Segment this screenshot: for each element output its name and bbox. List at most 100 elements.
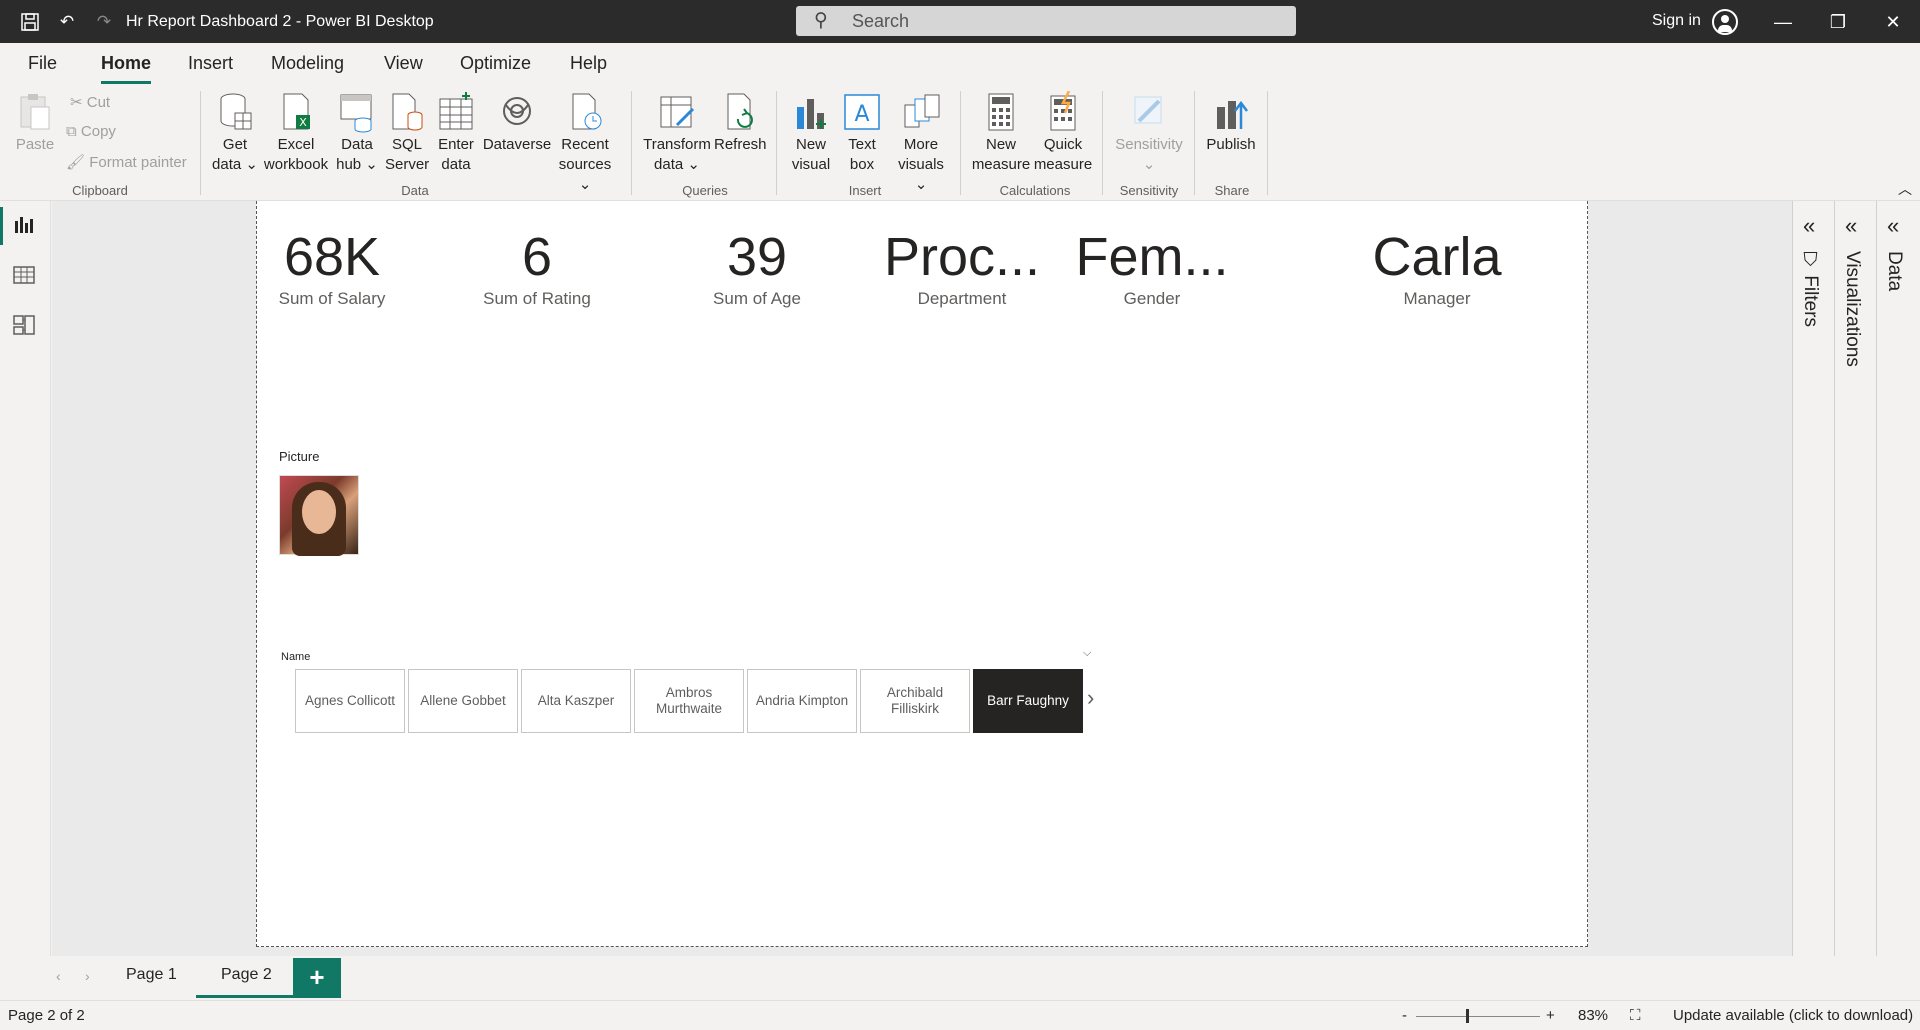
clipboard-group-label: Clipboard [72,183,128,198]
filters-pane[interactable]: « ⛉ Filters [1792,201,1834,956]
data-hub-icon [337,91,377,133]
tab-view[interactable]: View [384,53,423,74]
quick-measure-button[interactable]: Quick measure [1032,90,1094,175]
app-title: Hr Report Dashboard 2 - Power BI Desktop [126,13,434,30]
report-view-icon[interactable] [0,207,38,245]
recent-sources-icon [565,91,605,133]
table-view-icon[interactable] [12,263,38,289]
expand-visualizations-icon[interactable]: « [1845,213,1857,239]
title-bar: ↶ ↷ Hr Report Dashboard 2 - Power BI Des… [0,0,1920,43]
zoom-out-button[interactable]: - [1402,1007,1407,1024]
ribbon-separator [1102,91,1103,195]
department-card[interactable]: Proc... Department [877,227,1047,309]
slicer-item[interactable]: Alta Kaszper [521,669,631,733]
refresh-button[interactable]: Refresh [714,91,767,155]
visualizations-pane[interactable]: « Visualizations [1834,201,1876,956]
data-hub-button[interactable]: Data hub ⌄ [335,91,379,175]
card-value: 68K [283,227,381,287]
tab-insert[interactable]: Insert [188,53,233,74]
chevron-down-icon[interactable]: ⌵ [1083,647,1091,660]
card-value: Fem... [1075,227,1229,287]
account-icon[interactable] [1712,9,1738,35]
sensitivity-button[interactable]: Sensitivity ⌄ [1110,91,1188,175]
zoom-slider[interactable] [1416,1016,1540,1017]
minimize-button[interactable]: — [1768,8,1798,36]
card-value: Proc... [883,227,1041,287]
save-icon[interactable] [18,10,42,34]
card-value: Carla [1372,227,1502,287]
zoom-in-button[interactable]: + [1546,1007,1555,1024]
close-button[interactable]: ✕ [1878,8,1908,36]
copy-button[interactable]: ⧉ Copy [66,123,116,140]
slicer-item[interactable]: Allene Gobbet [408,669,518,733]
picture-title: Picture [279,449,320,464]
new-visual-button[interactable]: New visual [788,91,834,175]
database-icon [215,91,255,133]
card-value: 6 [521,227,553,287]
add-page-button[interactable]: + [293,958,341,998]
model-view-icon[interactable] [12,313,38,339]
excel-workbook-button[interactable]: X Excel workbook [263,91,329,175]
expand-filters-icon[interactable]: « [1803,213,1815,239]
slicer-item-selected[interactable]: Barr Faughny [973,669,1083,733]
age-card[interactable]: 39 Sum of Age [697,227,817,309]
update-link[interactable]: Update available (click to download) [1673,1007,1913,1024]
sign-in-link[interactable]: Sign in [1652,12,1701,30]
restore-button[interactable]: ❐ [1823,8,1853,36]
rating-card[interactable]: 6 Sum of Rating [477,227,597,309]
ribbon-separator [631,91,632,195]
transform-data-button[interactable]: Transform data ⌄ [640,91,714,175]
employee-photo[interactable] [279,475,359,556]
page-tab-2[interactable]: Page 2 [196,966,297,998]
cut-button[interactable]: ✂ Cut [70,93,110,111]
redo-icon[interactable]: ↷ [92,10,116,34]
tab-modeling[interactable]: Modeling [271,53,344,74]
new-measure-button[interactable]: New measure [970,91,1032,175]
paste-button[interactable]: Paste [14,91,56,155]
tab-help[interactable]: Help [570,53,607,74]
zoom-slider-handle[interactable] [1466,1009,1469,1023]
chevron-left-icon[interactable]: ‹ [56,968,61,984]
format-painter-button[interactable]: 🖌 Format painter [66,153,187,171]
more-visuals-button[interactable]: More visuals ⌄ [892,91,950,195]
slicer-item[interactable]: Andria Kimpton [747,669,857,733]
card-label: Manager [1403,289,1471,308]
chevron-right-icon[interactable]: › [1087,685,1094,711]
undo-icon[interactable]: ↶ [55,10,79,34]
tab-optimize[interactable]: Optimize [460,53,531,74]
visualizations-pane-label: Visualizations [1842,251,1863,367]
slicer-item[interactable]: Ambros Murthwaite [634,669,744,733]
svg-text:A: A [854,102,869,127]
text-box-button[interactable]: A Text box [840,91,884,175]
ribbon-separator [960,91,961,195]
svg-text:X: X [299,116,307,129]
expand-data-icon[interactable]: « [1887,213,1899,239]
table-icon [436,91,476,133]
salary-card[interactable]: 68K Sum of Salary [277,227,387,309]
photo-face [302,490,336,534]
recent-sources-button[interactable]: Recent sources ⌄ [552,91,618,195]
gender-card[interactable]: Fem... Gender [1067,227,1237,309]
report-page[interactable]: 68K Sum of Salary 6 Sum of Rating 39 Sum… [256,201,1588,947]
paste-icon [15,91,55,133]
publish-button[interactable]: Publish [1202,91,1260,155]
tab-file[interactable]: File [28,53,57,74]
slicer-title: Name [281,651,311,663]
manager-card[interactable]: Carla Manager [1357,227,1517,309]
page-tab-1[interactable]: Page 1 [126,966,177,984]
fit-to-page-icon[interactable]: ⛶ [1630,1007,1641,1024]
chevron-right-icon[interactable]: › [85,968,90,984]
chart-icon [791,91,831,133]
transform-icon [657,91,697,133]
dataverse-button[interactable]: Dataverse [482,91,552,155]
enter-data-button[interactable]: Enter data [435,91,477,175]
data-pane[interactable]: « Data [1876,201,1920,956]
sql-server-button[interactable]: SQL Server [385,91,429,175]
collapse-ribbon-icon[interactable]: ︿ [1898,179,1912,199]
search-input[interactable]: ⚲ Search [796,6,1296,36]
tab-home[interactable]: Home [101,53,152,84]
slicer-item[interactable]: Agnes Collicott [295,669,405,733]
get-data-button[interactable]: Get data ⌄ [210,91,260,175]
filters-pane-label: ⛉ Filters [1800,251,1821,328]
slicer-item[interactable]: Archibald Filliskirk [860,669,970,733]
